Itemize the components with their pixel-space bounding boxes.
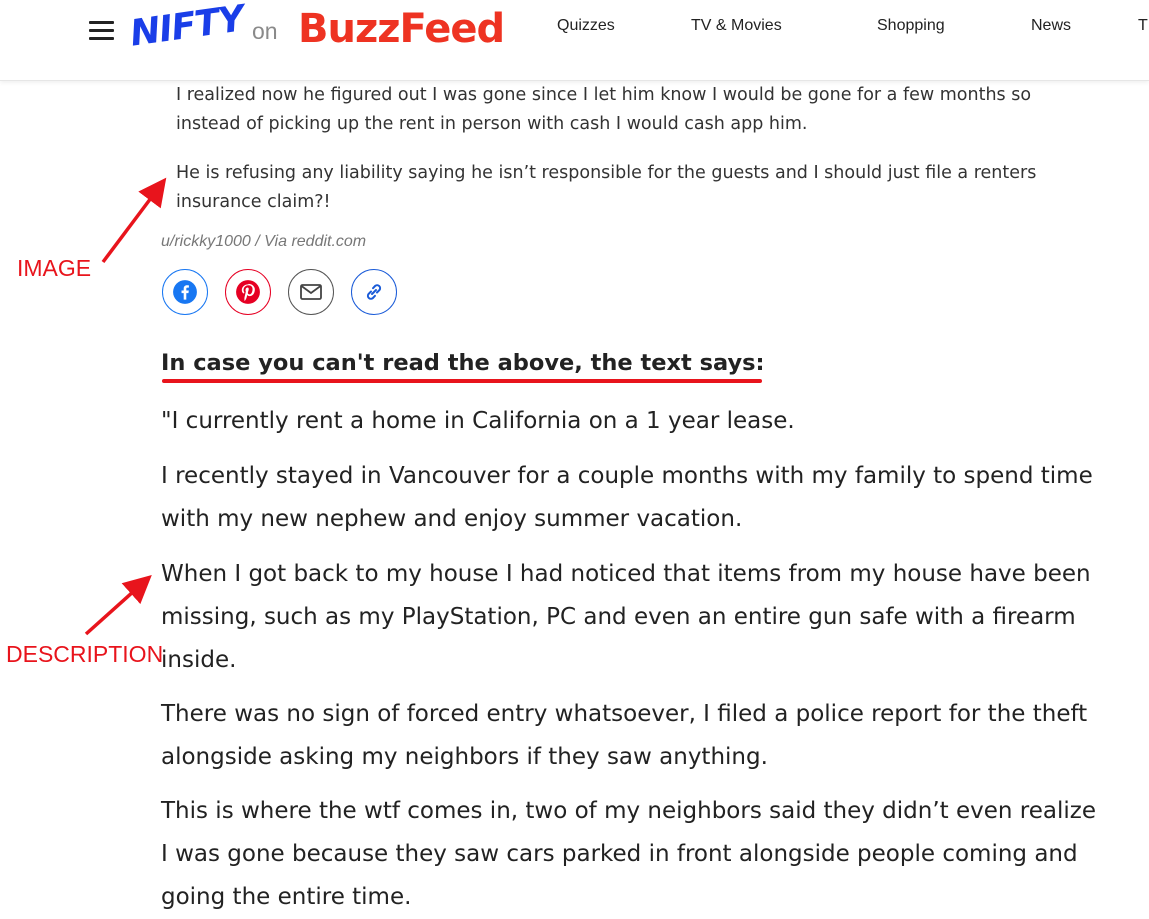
annotation-arrows [84, 177, 167, 636]
annotation-arrow-image [101, 177, 167, 264]
annotation-arrow-description [84, 574, 152, 636]
